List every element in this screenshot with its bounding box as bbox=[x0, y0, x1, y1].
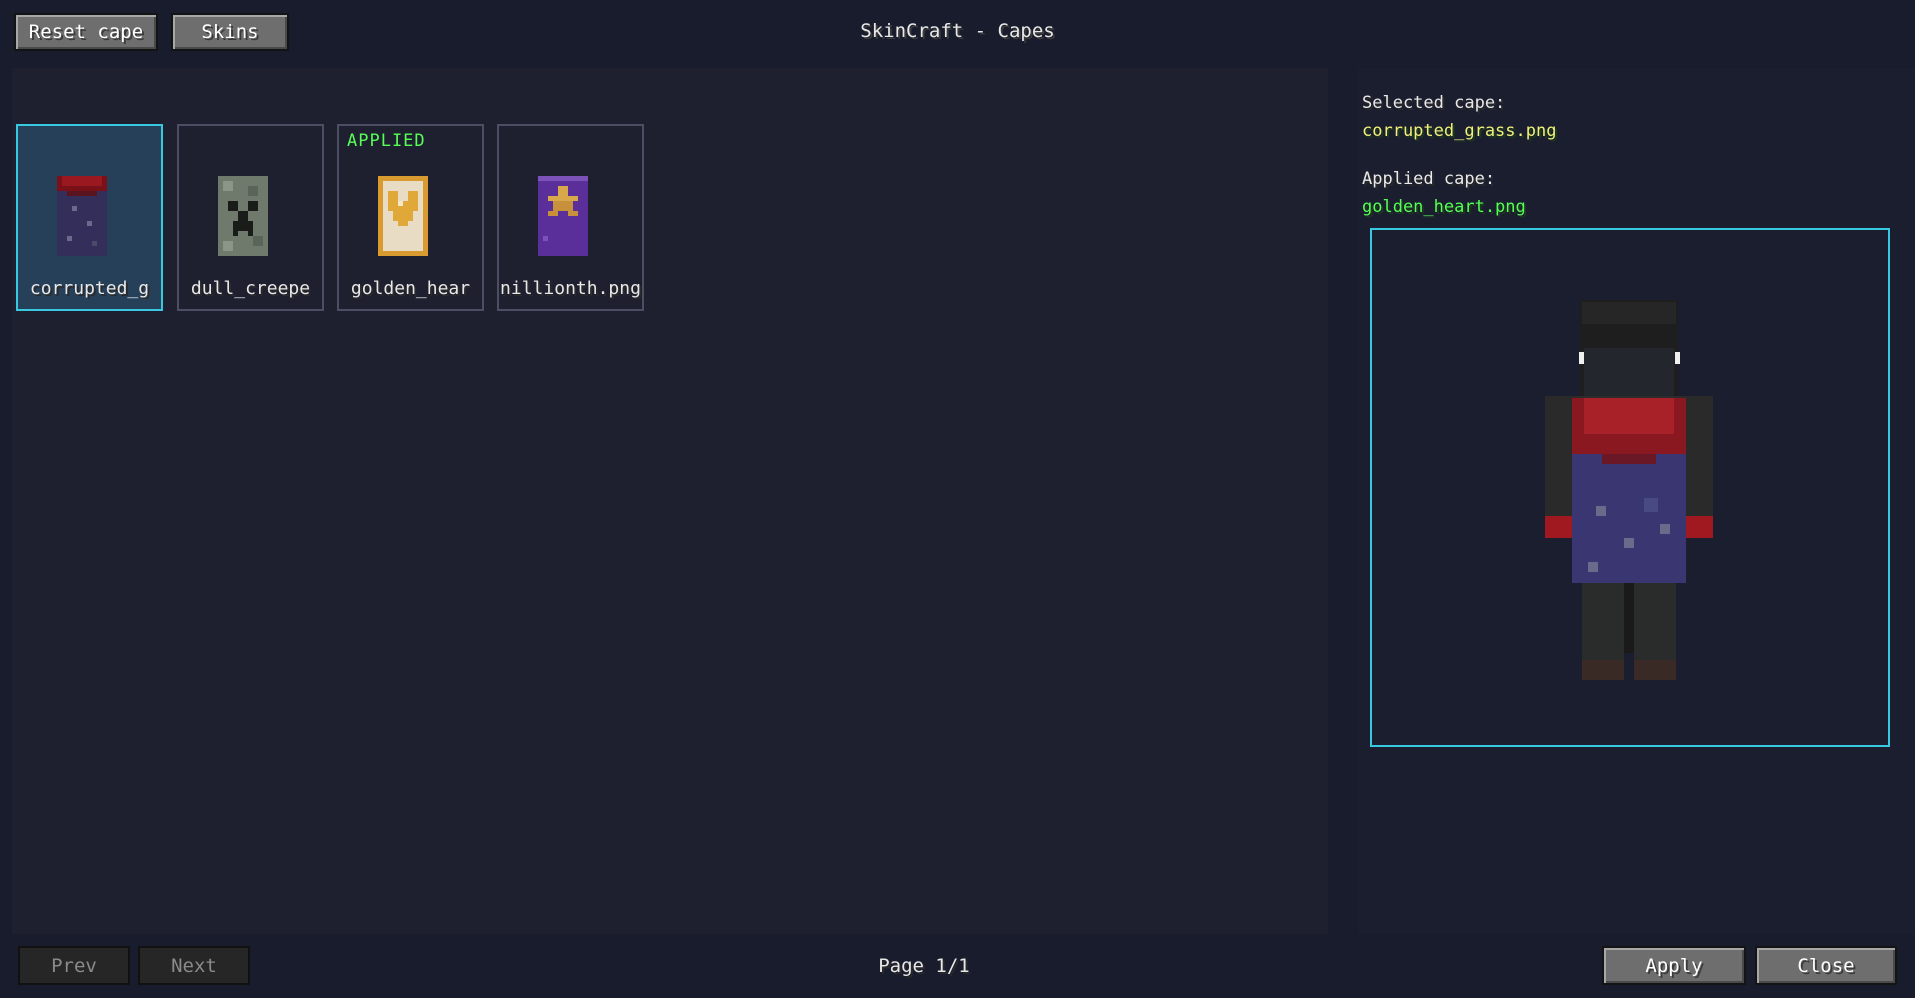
golden-heart-cape-icon bbox=[378, 176, 428, 256]
close-button[interactable]: Close bbox=[1755, 946, 1897, 985]
player-model-preview bbox=[1545, 300, 1713, 680]
selected-cape-value: corrupted_grass.png bbox=[1362, 121, 1557, 141]
creeper-cape-icon bbox=[218, 176, 268, 256]
applied-cape-label: Applied cape: bbox=[1362, 169, 1496, 189]
cape-tile-corrupted[interactable]: corrupted_g bbox=[16, 124, 163, 311]
cape-tile-golden-heart[interactable]: APPLIED golden_hear bbox=[337, 124, 484, 311]
cape-tile-label: dull_creepe bbox=[190, 278, 311, 299]
window-title: SkinCraft - Capes bbox=[860, 20, 1055, 42]
selected-cape-label: Selected cape: bbox=[1362, 93, 1506, 113]
cape-tile-label: golden_hear bbox=[350, 278, 471, 299]
cape-tile-creeper[interactable]: dull_creepe bbox=[177, 124, 324, 311]
apply-button[interactable]: Apply bbox=[1602, 946, 1746, 985]
cape-tile-nillionth[interactable]: nillionth.png bbox=[497, 124, 644, 311]
applied-badge: APPLIED bbox=[347, 131, 426, 151]
corrupted-cape-icon bbox=[57, 176, 107, 256]
page-indicator: Page 1/1 bbox=[878, 955, 970, 977]
cape-tile-label: corrupted_g bbox=[29, 278, 150, 299]
applied-cape-value: golden_heart.png bbox=[1362, 197, 1526, 217]
player-preview[interactable] bbox=[1370, 228, 1890, 747]
star-cape-icon bbox=[538, 176, 588, 256]
cape-tile-label: nillionth.png bbox=[500, 278, 641, 299]
